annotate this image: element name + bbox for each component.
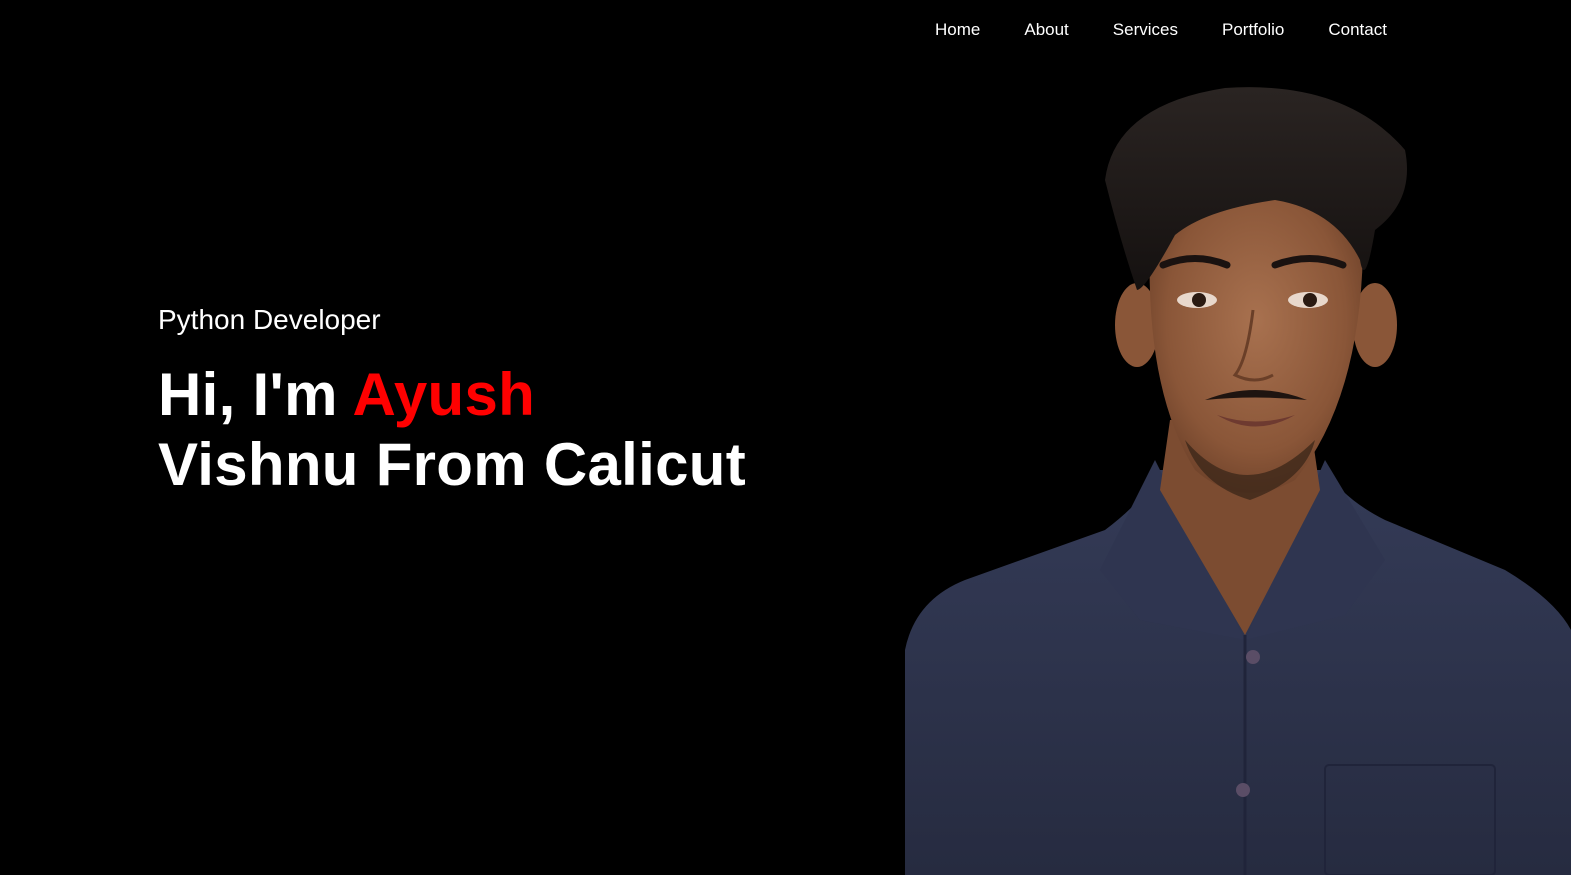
nav-link-contact[interactable]: Contact	[1328, 19, 1387, 41]
hero-name-rest: Vishnu From Calicut	[158, 431, 747, 498]
hero-heading: Hi, I'm Ayush Vishnu From Calicut	[158, 360, 858, 500]
nav-link-home[interactable]: Home	[935, 19, 980, 41]
hero-intro: Python Developer Hi, I'm Ayush Vishnu Fro…	[158, 302, 858, 500]
nav-link-portfolio[interactable]: Portfolio	[1222, 19, 1284, 41]
main-nav: Home About Services Portfolio Contact	[935, 19, 1387, 41]
hero-name-highlight: Ayush	[352, 361, 536, 428]
hero-greeting: Hi, I'm	[158, 361, 353, 428]
nav-link-about[interactable]: About	[1024, 19, 1068, 41]
portfolio-page: Home About Services Portfolio Contact Py…	[0, 0, 1571, 875]
person-portrait-image	[905, 87, 1571, 875]
hero-role: Python Developer	[158, 304, 381, 335]
nav-link-services[interactable]: Services	[1113, 19, 1178, 41]
